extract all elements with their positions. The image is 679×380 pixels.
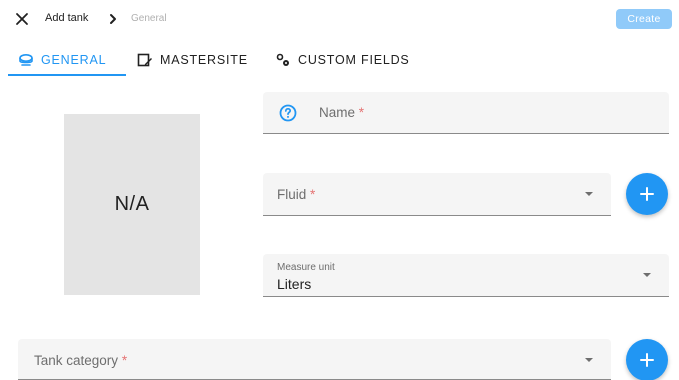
page-title: Add tank (45, 12, 89, 24)
tank-icon (19, 53, 33, 66)
tank-category-label: Tank category * (34, 353, 128, 368)
dropdown-arrow-icon (585, 192, 593, 196)
dropdown-arrow-icon (585, 358, 593, 362)
required-mark: * (358, 105, 365, 120)
active-tab-indicator (8, 74, 126, 76)
tab-mastersite[interactable]: MASTERSITE (137, 45, 248, 75)
measure-unit-select[interactable]: Measure unit Liters (263, 254, 669, 297)
add-fluid-button[interactable] (626, 173, 668, 215)
required-mark: * (121, 353, 128, 368)
fluid-select[interactable]: Fluid * (263, 173, 611, 216)
tab-custom-fields[interactable]: CUSTOM FIELDS (275, 45, 410, 75)
measure-unit-label: Measure unit (277, 262, 335, 273)
dropdown-arrow-icon (643, 273, 651, 277)
required-mark: * (310, 187, 316, 202)
close-icon[interactable] (14, 11, 30, 27)
chevron-right-icon (110, 14, 116, 24)
measure-unit-value: Liters (277, 276, 312, 292)
breadcrumb-current: General (131, 13, 167, 24)
tank-category-select[interactable]: Tank category * (18, 339, 611, 380)
name-field[interactable]: Name * (263, 92, 669, 134)
tab-bar: GENERAL MASTERSITE CUSTOM FIELDS (0, 45, 679, 77)
plus-icon (640, 187, 654, 201)
create-button[interactable]: Create (616, 9, 672, 29)
tab-general-label: GENERAL (41, 53, 107, 67)
site-edit-icon (137, 53, 152, 67)
top-bar: Add tank General Create (0, 0, 679, 38)
help-icon[interactable] (279, 104, 297, 122)
tab-mastersite-label: MASTERSITE (160, 53, 248, 67)
add-tank-category-button[interactable] (626, 339, 668, 380)
tank-image-placeholder[interactable]: N/A (64, 114, 200, 295)
gears-icon (276, 53, 289, 66)
tab-general[interactable]: GENERAL (18, 45, 106, 75)
plus-icon (640, 353, 654, 367)
tab-custom-fields-label: CUSTOM FIELDS (298, 53, 410, 67)
fluid-select-label: Fluid * (277, 187, 316, 202)
name-field-label: Name * (319, 105, 365, 120)
